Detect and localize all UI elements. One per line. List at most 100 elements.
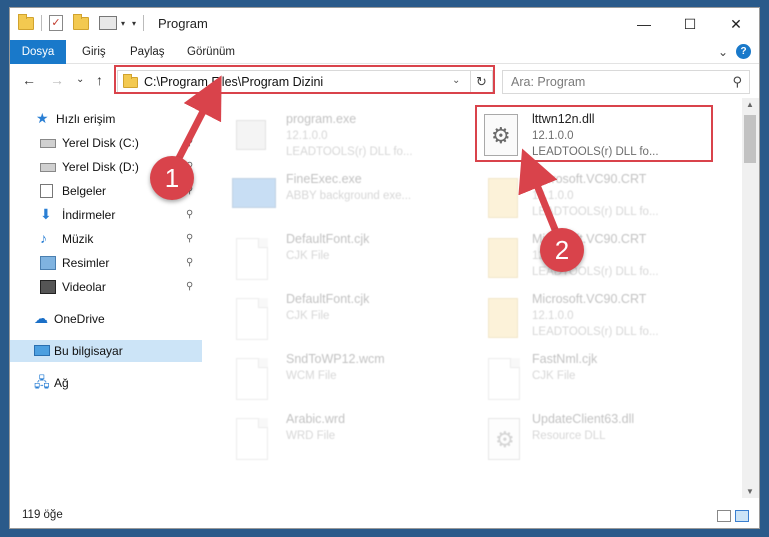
sidebar-item-quick-access[interactable]: ★ Hızlı erişim xyxy=(10,108,202,130)
documents-icon xyxy=(40,184,53,198)
tab-file[interactable]: Dosya xyxy=(10,40,66,64)
item-count: 119 öğe xyxy=(22,509,63,521)
file-item[interactable]: program.exe 12.1.0.0 LEADTOOLS(r) DLL fo… xyxy=(228,110,468,166)
file-name: SndToWP12.wcm xyxy=(286,352,385,366)
file-name: FineExec.exe xyxy=(286,172,362,186)
file-description: ABBY background exe... xyxy=(286,190,412,202)
sidebar-item-pictures[interactable]: Resimler ⚲ xyxy=(10,252,202,274)
sidebar-item-label: Ağ xyxy=(54,376,69,390)
pin-icon[interactable]: ⚲ xyxy=(186,276,193,298)
details-view-button[interactable] xyxy=(717,510,731,522)
status-bar: 119 öğe xyxy=(10,502,759,528)
folder-icon xyxy=(18,13,34,30)
tiles-view-button[interactable] xyxy=(735,510,749,522)
computer-icon xyxy=(34,345,50,356)
file-type: CJK File xyxy=(532,370,576,382)
tab-share[interactable]: Paylaş xyxy=(118,40,177,64)
toolbar-separator xyxy=(143,15,145,31)
back-button[interactable]: ← xyxy=(22,72,36,88)
file-item[interactable]: DefaultFont.cjk CJK File xyxy=(228,230,468,286)
sidebar-item-music[interactable]: ♪ Müzik ⚲ xyxy=(10,228,202,250)
properties-check-icon[interactable]: ✓ xyxy=(49,15,63,31)
dll-file-highlight xyxy=(475,105,713,162)
file-name: program.exe xyxy=(286,112,357,126)
videos-icon xyxy=(40,280,56,294)
file-item[interactable]: Microsoft.VC90.CRT 12.1.0.0 LEADTOOLS(r)… xyxy=(480,170,720,226)
close-button[interactable]: ✕ xyxy=(713,8,759,40)
sidebar-item-label: Yerel Disk (D:) xyxy=(62,160,139,174)
gear-icon: ⚙ xyxy=(495,427,515,452)
sidebar-item-downloads[interactable]: ⬇ İndirmeler ⚲ xyxy=(10,204,202,226)
file-type: WRD File xyxy=(286,430,336,442)
pin-icon[interactable]: ⚲ xyxy=(186,132,193,154)
search-icon[interactable]: ⚲ xyxy=(732,74,742,90)
exe-file-icon xyxy=(236,120,266,150)
music-icon: ♪ xyxy=(40,230,47,246)
search-box[interactable]: Ara: Program ⚲ xyxy=(502,70,750,94)
file-item[interactable]: ⚙ UpdateClient63.dll Resource DLL xyxy=(480,410,720,466)
file-item[interactable]: Microsoft.VC90.CRT 12.1.0.0 LEADTOOLS(r)… xyxy=(480,230,720,286)
step-1-badge: 1 xyxy=(150,156,194,200)
address-bar-highlight xyxy=(114,65,495,94)
disk-icon xyxy=(40,139,56,148)
file-name: FastNml.cjk xyxy=(532,352,598,366)
customize-toolbar-caret-2[interactable]: ▾ xyxy=(132,19,136,28)
file-description: LEADTOOLS(r) DLL fo... xyxy=(532,206,659,218)
file-description: LEADTOOLS(r) DLL fo... xyxy=(532,326,659,338)
file-item[interactable]: Arabic.wrd WRD File xyxy=(228,410,468,466)
sidebar-item-videos[interactable]: Videolar ⚲ xyxy=(10,276,202,298)
sidebar-item-onedrive[interactable]: ☁ OneDrive xyxy=(10,308,202,330)
view-toggle xyxy=(717,510,749,522)
properties-icon[interactable] xyxy=(99,16,117,30)
window-title: Program xyxy=(158,16,208,31)
file-item[interactable]: FastNml.cjk CJK File xyxy=(480,350,720,406)
sidebar-item-label: Hızlı erişim xyxy=(56,112,116,126)
tab-home[interactable]: Giriş xyxy=(70,40,118,64)
exe-file-icon xyxy=(232,178,276,208)
forward-button[interactable]: → xyxy=(50,72,64,88)
pin-icon[interactable]: ⚲ xyxy=(186,252,193,274)
sidebar-item-label: Resimler xyxy=(62,256,110,270)
scroll-up-arrow[interactable]: ▲ xyxy=(746,100,754,109)
sidebar-item-local-disk-c[interactable]: Yerel Disk (C:) ⚲ xyxy=(10,132,202,154)
file-type: CJK File xyxy=(286,250,330,262)
quick-access-toolbar: ✓ ▾ ▾ xyxy=(18,13,147,31)
file-item[interactable]: FineExec.exe ABBY background exe... xyxy=(228,170,468,226)
document-icon xyxy=(236,418,268,460)
network-icon: 🖧 xyxy=(34,374,50,390)
document-icon xyxy=(236,358,268,400)
star-icon: ★ xyxy=(36,110,49,126)
disk-icon xyxy=(40,163,56,172)
scroll-thumb[interactable] xyxy=(744,115,756,163)
new-folder-icon[interactable] xyxy=(73,13,89,30)
title-bar: ✓ ▾ ▾ Program — ☐ ✕ xyxy=(10,8,759,40)
file-name: Arabic.wrd xyxy=(286,412,346,426)
file-item[interactable]: SndToWP12.wcm WCM File xyxy=(228,350,468,406)
help-icon[interactable]: ? xyxy=(736,44,751,59)
sidebar-item-this-pc[interactable]: Bu bilgisayar xyxy=(10,340,202,362)
sidebar-item-label: İndirmeler xyxy=(62,208,116,222)
document-icon xyxy=(236,238,268,280)
vertical-scrollbar[interactable]: ▲ ▼ xyxy=(742,98,759,498)
file-name: Microsoft.VC90.CRT xyxy=(532,172,647,186)
file-item[interactable]: DefaultFont.cjk CJK File xyxy=(228,290,468,346)
search-placeholder[interactable]: Ara: Program xyxy=(511,75,585,89)
sidebar-item-network[interactable]: 🖧 Ağ xyxy=(10,372,202,394)
tab-view[interactable]: Görünüm xyxy=(175,40,247,64)
up-button[interactable]: ↑ xyxy=(96,72,103,88)
pin-icon[interactable]: ⚲ xyxy=(186,228,193,250)
file-item[interactable]: Microsoft.VC90.CRT 12.1.0.0 LEADTOOLS(r)… xyxy=(480,290,720,346)
pin-icon[interactable]: ⚲ xyxy=(186,204,193,226)
file-name: DefaultFont.cjk xyxy=(286,292,370,306)
maximize-button[interactable]: ☐ xyxy=(667,8,713,40)
file-type: Resource DLL xyxy=(532,430,606,442)
recent-locations-button[interactable]: ⌄ xyxy=(76,74,84,85)
file-type: CJK File xyxy=(286,310,330,322)
file-type: WCM File xyxy=(286,370,337,382)
ribbon-tabs: Dosya Giriş Paylaş Görünüm ⌄ ? xyxy=(10,40,759,64)
expand-ribbon-icon[interactable]: ⌄ xyxy=(718,45,728,59)
minimize-button[interactable]: — xyxy=(621,8,667,40)
sidebar-item-label: Videolar xyxy=(62,280,106,294)
scroll-down-arrow[interactable]: ▼ xyxy=(746,487,754,496)
customize-toolbar-caret[interactable]: ▾ xyxy=(121,19,125,28)
